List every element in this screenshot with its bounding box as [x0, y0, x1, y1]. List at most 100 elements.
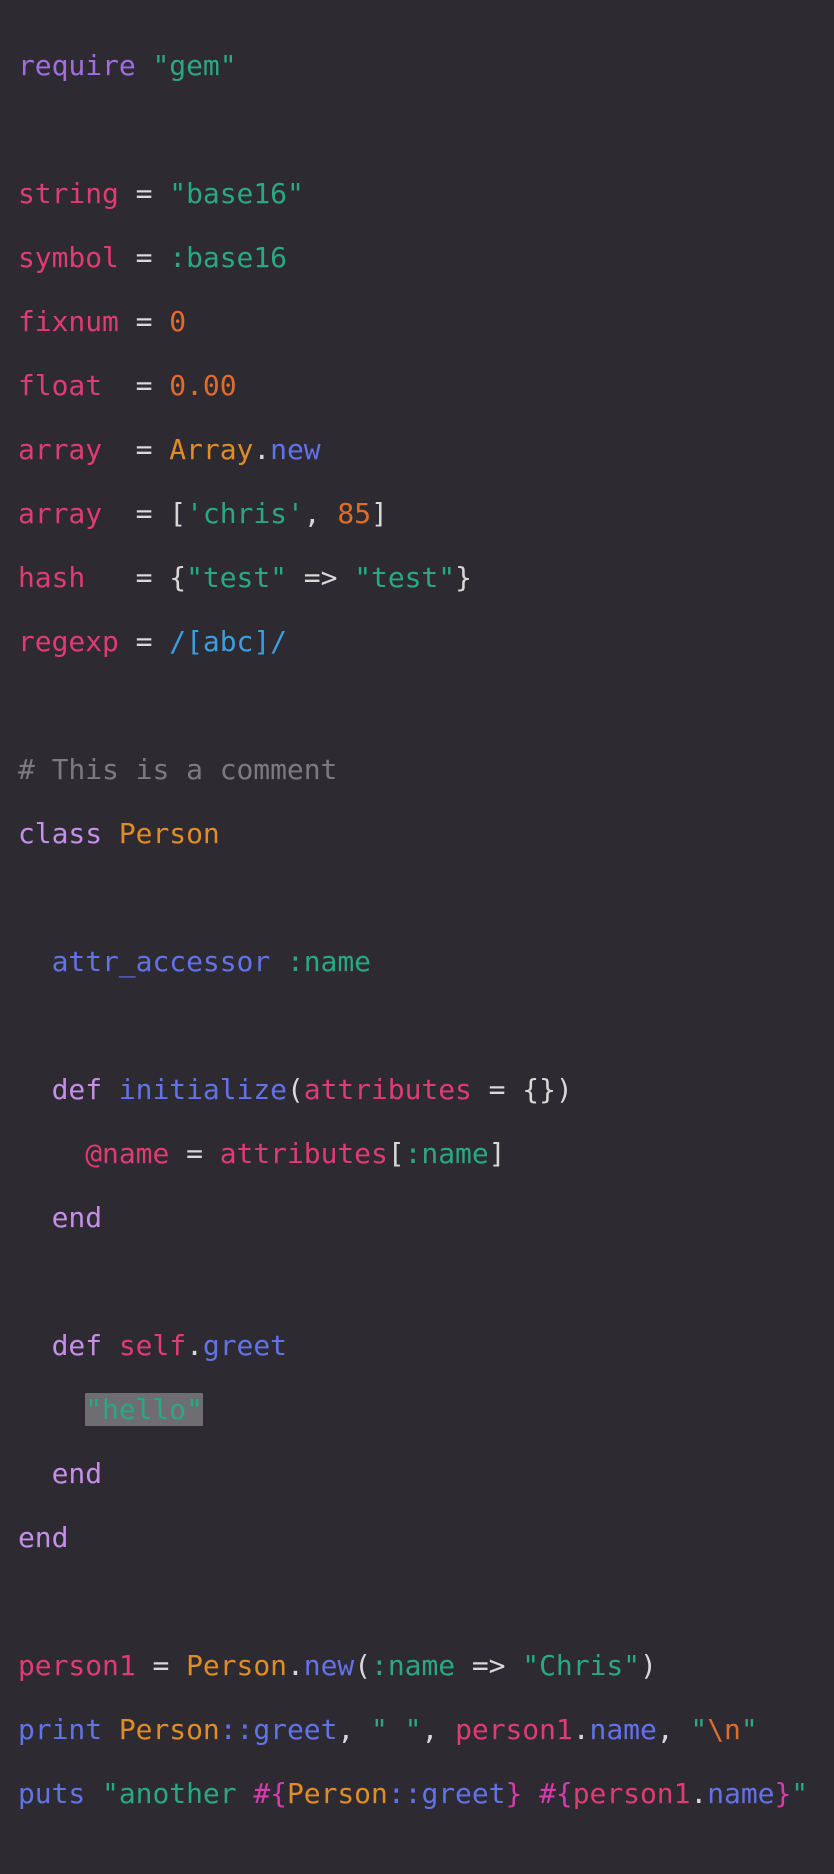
variable-person1: person1: [455, 1713, 573, 1746]
variable-symbol: symbol: [18, 241, 119, 274]
bracket-close: ]: [488, 1137, 506, 1170]
code-line-7: array = Array.new: [18, 434, 834, 466]
comma: ,: [337, 1713, 372, 1746]
constant-person: Person: [118, 1713, 220, 1746]
number-85: 85: [337, 497, 372, 530]
code-line-18: @name = attributes[:name]: [18, 1138, 834, 1170]
string-chris: "Chris": [522, 1649, 640, 1682]
keyword-require: require: [18, 49, 136, 82]
symbol-name: :name: [404, 1137, 489, 1170]
keyword-class: class: [18, 817, 103, 850]
paren-open: (: [354, 1649, 372, 1682]
code-editor[interactable]: require "gem" string = "base16" symbol =…: [0, 0, 834, 1810]
method-name: name: [589, 1713, 657, 1746]
bracket-open: [: [169, 497, 187, 530]
dot-operator: .: [253, 433, 271, 466]
paren-close: ): [639, 1649, 657, 1682]
code-line-5: fixnum = 0: [18, 306, 834, 338]
keyword-def: def: [51, 1329, 103, 1362]
string-gem: "gem": [152, 49, 237, 82]
operator-assign: =: [135, 497, 153, 530]
method-greet: greet: [421, 1777, 506, 1810]
method-greet: greet: [202, 1329, 287, 1362]
source-code[interactable]: require "gem" string = "base16" symbol =…: [18, 18, 834, 1874]
method-attr-accessor: attr_accessor: [51, 945, 271, 978]
code-line-23: end: [18, 1458, 834, 1490]
method-name: name: [707, 1777, 775, 1810]
keyword-end: end: [51, 1457, 103, 1490]
operator-assign: =: [471, 1073, 523, 1106]
param-attributes: attributes: [303, 1073, 472, 1106]
code-line-12: # This is a comment: [18, 754, 834, 786]
method-greet: greet: [253, 1713, 338, 1746]
constant-person: Person: [286, 1777, 388, 1810]
quote-close: ": [740, 1713, 758, 1746]
bracket-open: [: [387, 1137, 405, 1170]
operator-assign: =: [135, 177, 153, 210]
quote-close: ": [791, 1777, 809, 1810]
interpolation-open: #{: [253, 1777, 287, 1810]
operator-assign: =: [186, 1137, 203, 1170]
bracket-close: ]: [371, 497, 388, 530]
quote-open: ": [690, 1713, 708, 1746]
string-space: [522, 1777, 539, 1810]
keyword-print: print: [18, 1713, 103, 1746]
symbol-name: :name: [286, 945, 371, 978]
code-line-24: end: [18, 1522, 834, 1554]
code-line-22: "hello": [18, 1393, 834, 1426]
variable-float: float: [18, 369, 103, 402]
symbol-name: :name: [371, 1649, 456, 1682]
dot-operator: .: [690, 1777, 708, 1810]
comment: # This is a comment: [18, 753, 338, 786]
comma: ,: [421, 1713, 456, 1746]
variable-array: array: [18, 497, 103, 530]
quote-open: ": [102, 1777, 119, 1810]
regexp-literal: /[abc]/: [169, 625, 287, 658]
string-another: another: [118, 1777, 254, 1810]
variable-fixnum: fixnum: [18, 305, 119, 338]
variable-array: array: [18, 433, 103, 466]
code-line-8: array = ['chris', 85]: [18, 498, 834, 530]
interpolation-open: #{: [539, 1777, 573, 1810]
brace-close: }: [455, 561, 472, 594]
comma: ,: [303, 497, 338, 530]
keyword-self: self: [118, 1329, 187, 1362]
code-line-13: class Person: [18, 818, 834, 850]
interpolation-close: }: [505, 1777, 523, 1810]
code-line-6: float = 0.00: [18, 370, 834, 402]
method-new: new: [270, 433, 321, 466]
code-line-19: end: [18, 1202, 834, 1234]
comma: ,: [656, 1713, 691, 1746]
string-space: " ": [371, 1713, 422, 1746]
operator-assign: =: [135, 241, 153, 274]
string-chris: 'chris': [186, 497, 304, 530]
string-base16: "base16": [169, 177, 304, 210]
keyword-end: end: [51, 1201, 103, 1234]
selected-string-hello[interactable]: "hello": [85, 1393, 203, 1426]
hash-rocket: =>: [455, 1649, 523, 1682]
scope-operator: ::: [387, 1777, 422, 1810]
paren-close: ): [555, 1073, 573, 1106]
code-line-27: print Person::greet, " ", person1.name, …: [18, 1714, 834, 1746]
instance-variable-name: @name: [85, 1137, 170, 1170]
constant-person: Person: [186, 1649, 287, 1682]
variable-person1: person1: [18, 1649, 136, 1682]
keyword-puts: puts: [18, 1777, 86, 1810]
keyword-def: def: [51, 1073, 103, 1106]
symbol-base16: :base16: [169, 241, 287, 274]
operator-assign: =: [135, 305, 153, 338]
operator-assign: =: [135, 561, 153, 594]
paren-open: (: [286, 1073, 304, 1106]
number-float: 0.00: [169, 369, 237, 402]
interpolation-close: }: [774, 1777, 792, 1810]
code-line-4: symbol = :base16: [18, 242, 834, 274]
number-zero: 0: [169, 305, 187, 338]
variable-hash: hash: [18, 561, 86, 594]
string-test-key: "test": [186, 561, 287, 594]
